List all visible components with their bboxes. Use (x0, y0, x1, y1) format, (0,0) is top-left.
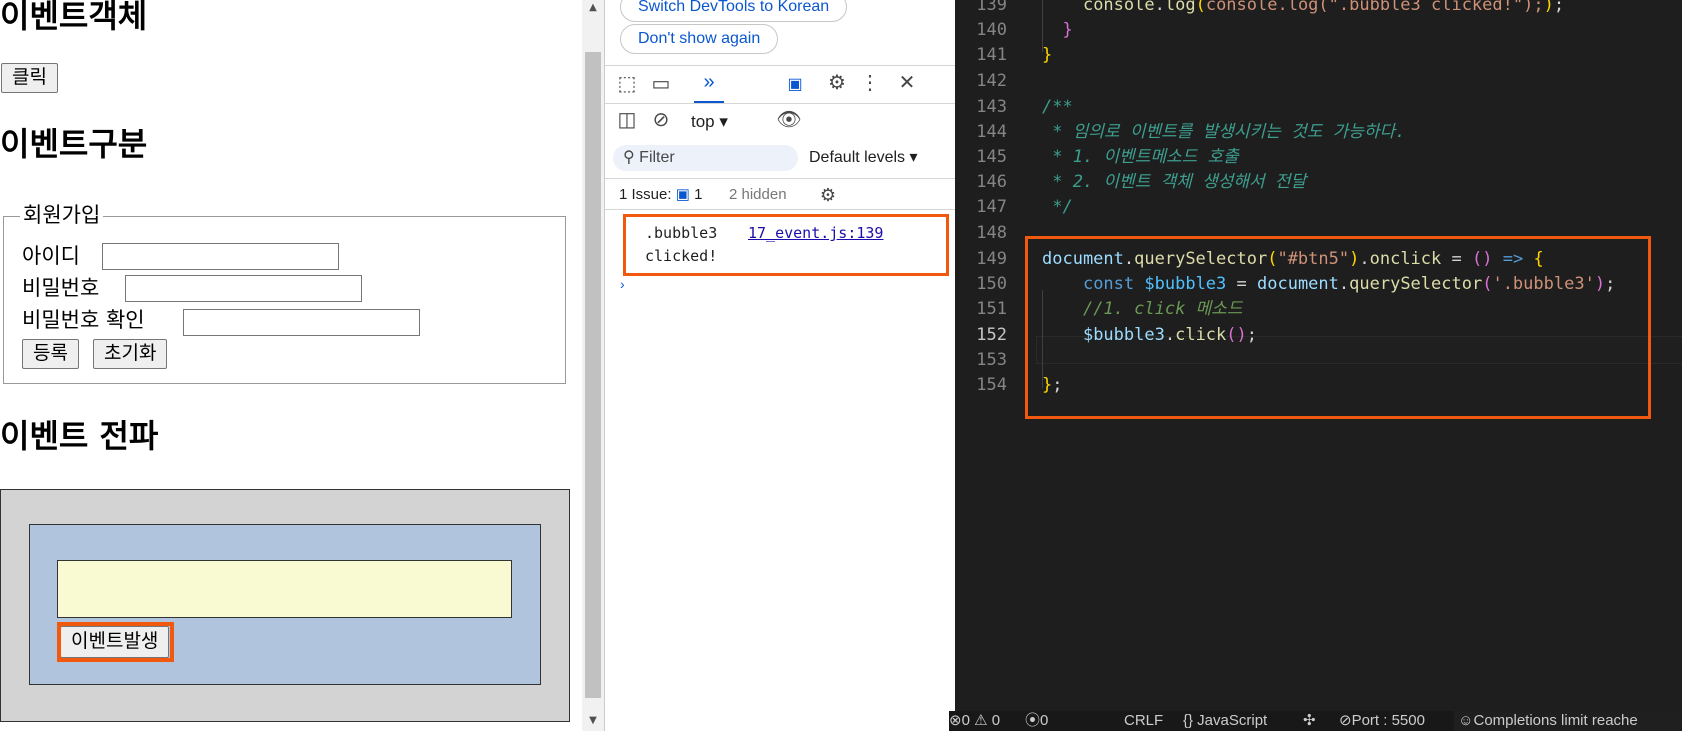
live-expression-eye-icon[interactable]: 👁 (775, 108, 803, 132)
code-highlight-box (1025, 236, 1651, 419)
code-line-147: */ (1042, 197, 1073, 217)
line-number: 140 (976, 20, 1007, 40)
context-selector[interactable]: top ▾ (691, 110, 728, 134)
problems-indicator[interactable]: ⊗ 0 ⚠ 0 (949, 711, 1000, 731)
ports-indicator[interactable]: ⦿ 0 (1025, 711, 1048, 731)
register-button[interactable]: 등록 (22, 339, 79, 369)
line-number: 154 (976, 375, 1007, 395)
line-number: 150 (976, 274, 1007, 294)
switch-language-button[interactable]: Switch DevTools to Korean (620, 0, 848, 22)
password-input[interactable] (125, 275, 362, 302)
issue-chat-icon: ▣ (675, 186, 690, 203)
rendered-page: 이벤트객체 클릭 이벤트구분 회원가입 아이디 비밀번호 비밀번호 확인 등록 … (0, 0, 582, 731)
id-input[interactable] (102, 243, 339, 270)
line-number: 144 (976, 122, 1007, 142)
heading-event-types: 이벤트구분 (0, 125, 148, 163)
settings-gear-icon[interactable]: ⚙ (825, 71, 849, 95)
scroll-down-icon[interactable]: ▼ (582, 715, 604, 726)
heading-propagation: 이벤트 전파 (0, 417, 159, 455)
code-line-146: * 2. 이벤트 객체 생성해서 전달 (1042, 172, 1307, 192)
scroll-up-icon[interactable]: ▲ (582, 2, 604, 13)
clear-console-icon[interactable]: ⊘ (649, 108, 673, 132)
console-source-link[interactable]: 17_event.js:139 (748, 222, 883, 244)
sidebar-toggle-icon[interactable]: ◫ (615, 108, 639, 132)
close-devtools-icon[interactable]: ✕ (895, 71, 919, 95)
line-number: 148 (976, 223, 1007, 243)
console-prompt-icon[interactable]: › (620, 276, 625, 292)
line-number: 152 (976, 325, 1007, 345)
live-share-icon[interactable]: ✣ (1303, 711, 1316, 731)
line-number: 147 (976, 197, 1007, 217)
devtools-panel: Switch DevTools to Korean Don't show aga… (604, 0, 956, 731)
heading-event-object: 이벤트객체 (0, 0, 148, 35)
password-confirm-label: 비밀번호 확인 (22, 308, 145, 332)
code-line-143: /** (1042, 97, 1073, 117)
line-number: 143 (976, 97, 1007, 117)
code-editor[interactable]: 139 140 141 142 143 144 145 146 147 148 149 150 151 1… (955, 0, 1682, 731)
status-bar: ⊗ 0 ⚠ 0 ⦿ 0 CRLF {} JavaScript ✣ ⊘ Port … (949, 711, 1682, 731)
line-number: 141 (976, 45, 1007, 65)
code-line-140: } (1062, 20, 1073, 40)
device-toolbar-icon[interactable]: ▭ (649, 72, 673, 96)
live-server-port[interactable]: ⊘ Port : 5500 (1339, 711, 1425, 731)
more-options-icon[interactable]: ⋮ (860, 71, 880, 95)
code-line-145: * 1. 이벤트메소드 호출 (1042, 147, 1239, 167)
line-number: 139 (976, 0, 1007, 15)
code-line-144: * 임의로 이벤트를 발생시키는 것도 가능하다. (1042, 122, 1406, 142)
signup-legend: 회원가입 (20, 202, 104, 228)
code-line-139: console.log(console.log(".bubble3 clicke… (1082, 0, 1565, 15)
line-number: 145 (976, 147, 1007, 167)
code-line-141: } (1042, 45, 1053, 65)
line-number: 142 (976, 71, 1007, 91)
password-label: 비밀번호 (22, 276, 100, 300)
click-button[interactable]: 클릭 (1, 63, 58, 93)
console-tab-icon[interactable]: » (695, 70, 723, 94)
issues-bar[interactable]: 1 Issue: ▣ 1 (619, 183, 702, 207)
log-levels-dropdown[interactable]: Default levels ▾ (809, 145, 918, 171)
reset-button[interactable]: 초기화 (93, 339, 168, 369)
console-settings-icon[interactable]: ⚙ (817, 183, 839, 207)
inspect-element-icon[interactable]: ⬚ (615, 72, 639, 96)
line-number: 151 (976, 299, 1007, 319)
bubble3-inner-box[interactable] (57, 560, 512, 618)
line-number: 149 (976, 249, 1007, 269)
highlight-box (57, 622, 174, 662)
line-number: 146 (976, 172, 1007, 192)
language-mode[interactable]: {} JavaScript (1183, 711, 1267, 731)
eol-indicator[interactable]: CRLF (1124, 711, 1163, 731)
scroll-thumb[interactable] (585, 52, 601, 698)
page-scrollbar[interactable]: ▲ ▼ (582, 0, 604, 731)
copilot-status[interactable]: ☺ Completions limit reache (1454, 711, 1682, 731)
console-message: .bubble3 clicked! 17_event.js:139 (623, 214, 949, 276)
filter-input[interactable]: ⚲ Filter (613, 145, 798, 171)
password-confirm-input[interactable] (183, 309, 420, 336)
id-label: 아이디 (22, 244, 80, 268)
issues-chat-icon[interactable]: ▣ (783, 73, 807, 97)
hidden-count: 2 hidden (729, 186, 787, 203)
line-number: 153 (976, 350, 1007, 370)
dont-show-again-button[interactable]: Don't show again (620, 24, 779, 54)
